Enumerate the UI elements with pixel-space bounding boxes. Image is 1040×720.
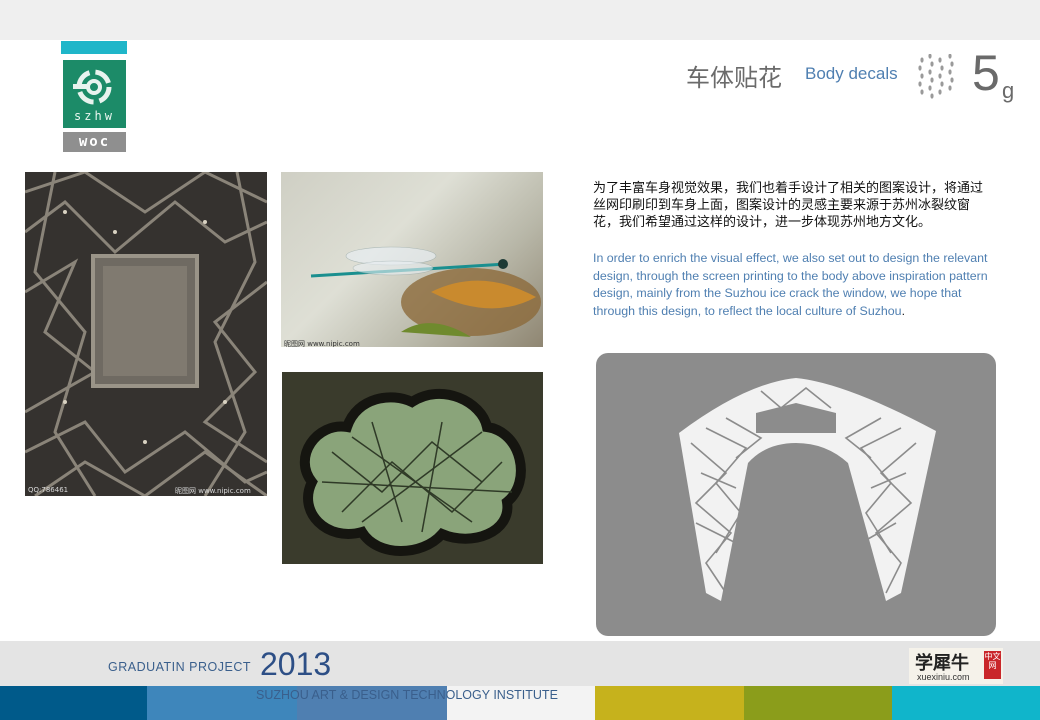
description-en-text: In order to enrich the visual effect, we… <box>593 251 988 318</box>
logo-cap-bar <box>61 41 127 54</box>
strip-segment-5 <box>595 686 744 720</box>
logo-emblem-icon <box>73 69 112 105</box>
page-title-cn: 车体贴花 <box>686 64 782 92</box>
lattice-watermark-left: QQ:786461 <box>28 486 69 494</box>
strip-segment-1 <box>0 686 147 720</box>
dragonfly-image <box>310 246 541 337</box>
strip-segment-6 <box>744 686 892 720</box>
description-en-period: . <box>901 303 906 318</box>
footer-year: 2013 <box>260 646 332 682</box>
graduation-project-label: GRADUATIN PROJECT <box>108 660 251 674</box>
dragonfly-photo: 昵图网 www.nipic.com <box>281 172 543 347</box>
decal-arch-graphic <box>679 378 936 601</box>
strip-segment-7 <box>892 686 1040 720</box>
logo-green-block: szhw <box>63 60 126 128</box>
description-cn: 为了丰富车身视觉效果，我们也着手设计了相关的图案设计，将通过丝网印刷印到车身上面… <box>593 181 984 230</box>
raindrops-icon <box>918 54 954 99</box>
lattice-pattern-image <box>25 172 267 496</box>
top-band <box>0 0 1040 40</box>
ice-crack-window-image <box>282 372 543 564</box>
page-number-suffix: g <box>1002 78 1015 103</box>
lattice-window-photo: QQ:786461 昵图网 www.nipic.com <box>25 172 267 496</box>
logo-mark: szhw woc <box>63 60 126 170</box>
description-en: In order to enrich the visual effect, we… <box>593 250 991 320</box>
institute-name: SUZHOU ART & DESIGN TECHNOLOGY INSTITUTE <box>256 688 558 702</box>
page-title-en: Body decals <box>805 64 898 83</box>
logo-text-szhw: szhw <box>74 109 115 123</box>
ice-crack-window-photo <box>282 372 543 564</box>
xuexiniu-watermark: 学犀牛 xuexiniu.com 中文网 <box>909 648 1003 684</box>
decal-design-panel <box>596 353 996 636</box>
brand-stamp: 中文网 <box>984 651 1001 679</box>
dragonfly-watermark: 昵图网 www.nipic.com <box>284 340 360 347</box>
school-logo: szhw woc <box>61 41 127 153</box>
logo-text-woc: woc <box>63 132 126 152</box>
lattice-watermark-right: 昵图网 www.nipic.com <box>175 487 251 495</box>
page-number: 5 <box>972 45 1000 101</box>
brand-url: xuexiniu.com <box>917 672 970 682</box>
